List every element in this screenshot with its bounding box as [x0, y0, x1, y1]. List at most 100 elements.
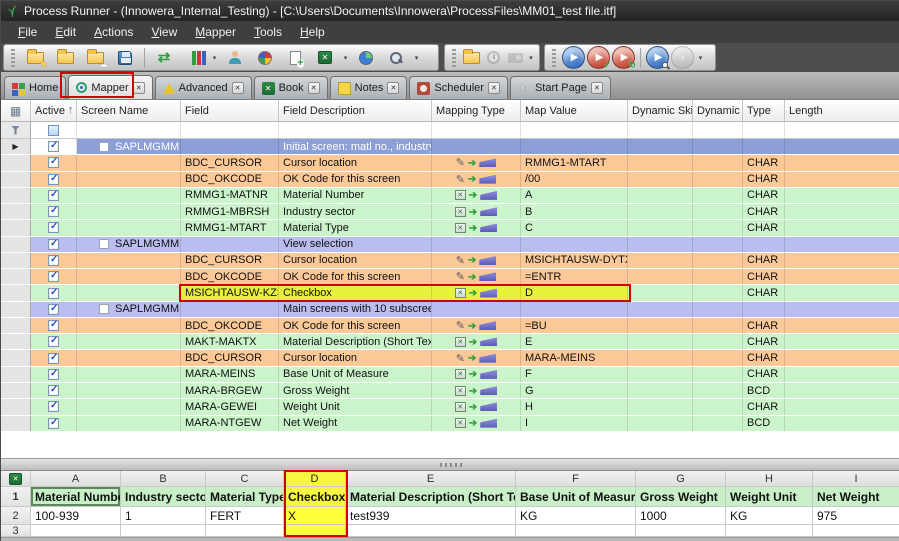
active-cell[interactable]: [31, 253, 77, 268]
filter-cell[interactable]: [628, 122, 693, 138]
dynamic-cell[interactable]: [693, 416, 743, 431]
col-header-field-description[interactable]: Field Description: [279, 100, 432, 121]
field-description-cell[interactable]: Net Weight: [279, 416, 432, 431]
length-cell[interactable]: [785, 172, 899, 187]
map-value-cell[interactable]: MSICHTAUSW-DYTXT(01): [521, 253, 628, 268]
menu-actions[interactable]: Actions: [85, 23, 142, 41]
row-indicator[interactable]: [1, 416, 31, 431]
type-cell[interactable]: CHAR: [743, 334, 785, 349]
close-icon[interactable]: [488, 82, 500, 94]
transfer-button[interactable]: [150, 46, 178, 70]
field-description-cell[interactable]: OK Code for this screen: [279, 269, 432, 284]
menu-view[interactable]: View: [142, 23, 186, 41]
type-cell[interactable]: CHAR: [743, 188, 785, 203]
length-cell[interactable]: [785, 285, 899, 300]
type-cell[interactable]: CHAR: [743, 253, 785, 268]
dynamic-skip-cell[interactable]: [628, 139, 693, 154]
checkbox-checked-icon[interactable]: [48, 418, 59, 429]
screen-name-cell[interactable]: [77, 399, 181, 414]
type-cell[interactable]: CHAR: [743, 367, 785, 382]
dynamic-skip-cell[interactable]: [628, 253, 693, 268]
mapping-type-cell[interactable]: [432, 416, 521, 431]
col-letter-b[interactable]: B: [121, 471, 206, 487]
map-value-cell[interactable]: G: [521, 383, 628, 398]
screen-name-cell[interactable]: [77, 367, 181, 382]
run-validate-button[interactable]: [587, 46, 610, 69]
row-number[interactable]: 3: [1, 525, 31, 537]
field-description-cell[interactable]: Material Type: [279, 220, 432, 235]
row-indicator[interactable]: [1, 220, 31, 235]
dynamic-cell[interactable]: [693, 269, 743, 284]
length-cell[interactable]: [785, 155, 899, 170]
length-cell[interactable]: [785, 350, 899, 365]
field-description-cell[interactable]: Weight Unit: [279, 399, 432, 414]
active-cell[interactable]: [31, 237, 77, 252]
checkbox-checked-icon[interactable]: [48, 255, 59, 266]
open-process-button[interactable]: [51, 46, 79, 70]
active-cell[interactable]: [31, 302, 77, 317]
type-cell[interactable]: CHAR: [743, 269, 785, 284]
active-cell[interactable]: [31, 367, 77, 382]
group-checkbox-icon[interactable]: [99, 142, 109, 152]
dynamic-skip-cell[interactable]: [628, 188, 693, 203]
active-cell[interactable]: [31, 285, 77, 300]
sheet-cell-f2[interactable]: KG: [516, 507, 636, 525]
type-cell[interactable]: [743, 237, 785, 252]
sheet-cell-a1[interactable]: Material Number: [31, 487, 121, 507]
mapping-type-cell[interactable]: [432, 172, 521, 187]
mapping-type-cell[interactable]: [432, 188, 521, 203]
col-header-type[interactable]: Type: [743, 100, 785, 121]
dynamic-cell[interactable]: [693, 334, 743, 349]
map-value-cell[interactable]: MARA-MEINS: [521, 350, 628, 365]
type-cell[interactable]: BCD: [743, 383, 785, 398]
field-cell[interactable]: RMMG1-MATNR: [181, 188, 279, 203]
field-cell[interactable]: MARA-MEINS: [181, 367, 279, 382]
field-cell[interactable]: MAKT-MAKTX: [181, 334, 279, 349]
filter-cell[interactable]: [743, 122, 785, 138]
checkbox-checked-icon[interactable]: [48, 222, 59, 233]
type-cell[interactable]: CHAR: [743, 318, 785, 333]
filter-cell[interactable]: [521, 122, 628, 138]
sheet-cell-c3[interactable]: [206, 525, 284, 537]
table-row[interactable]: BDC_CURSOR Cursor location MARA-MEINS CH…: [1, 350, 899, 366]
sheet-cell-g3[interactable]: [636, 525, 726, 537]
map-value-cell[interactable]: I: [521, 416, 628, 431]
table-row[interactable]: BDC_OKCODE OK Code for this screen /00 C…: [1, 172, 899, 188]
type-cell[interactable]: [743, 302, 785, 317]
field-description-cell[interactable]: Base Unit of Measure: [279, 367, 432, 382]
active-cell[interactable]: [31, 318, 77, 333]
map-value-cell[interactable]: =BU: [521, 318, 628, 333]
table-row-highlighted[interactable]: MSICHTAUSW-KZSE... Checkbox D CHAR: [1, 285, 899, 301]
map-value-cell[interactable]: RMMG1-MTART: [521, 155, 628, 170]
map-value-cell[interactable]: H: [521, 399, 628, 414]
map-value-cell[interactable]: [521, 302, 628, 317]
run-loop-button[interactable]: [612, 46, 635, 69]
field-description-cell[interactable]: Main screens with 10 subscreens...: [279, 302, 432, 317]
field-description-cell[interactable]: OK Code for this screen: [279, 172, 432, 187]
user-button[interactable]: [221, 46, 249, 70]
history-button[interactable]: [484, 46, 504, 70]
filter-cell[interactable]: [181, 122, 279, 138]
table-row[interactable]: RMMG1-MATNR Material Number A CHAR: [1, 188, 899, 204]
sheet-cell-f1[interactable]: Base Unit of Measure: [516, 487, 636, 507]
screen-name-cell[interactable]: [77, 285, 181, 300]
close-icon[interactable]: [591, 82, 603, 94]
col-letter-h[interactable]: H: [726, 471, 813, 487]
type-cell[interactable]: [743, 139, 785, 154]
dynamic-skip-cell[interactable]: [628, 172, 693, 187]
table-row-group-4004[interactable]: SAPLMGMM - 4004 Main screens with 10 sub…: [1, 302, 899, 318]
type-cell[interactable]: CHAR: [743, 204, 785, 219]
field-cell[interactable]: BDC_OKCODE: [181, 172, 279, 187]
table-row[interactable]: MARA-MEINS Base Unit of Measure F CHAR: [1, 367, 899, 383]
screen-name-cell[interactable]: [77, 334, 181, 349]
col-header-field[interactable]: Field: [181, 100, 279, 121]
sheet-cell-a2[interactable]: 100-939: [31, 507, 121, 525]
dynamic-cell[interactable]: [693, 139, 743, 154]
table-row[interactable]: RMMG1-MTART Material Type C CHAR: [1, 220, 899, 236]
mapping-type-cell[interactable]: [432, 204, 521, 219]
active-cell[interactable]: [31, 155, 77, 170]
dynamic-skip-cell[interactable]: [628, 350, 693, 365]
dynamic-skip-cell[interactable]: [628, 204, 693, 219]
row-indicator[interactable]: [1, 334, 31, 349]
close-icon[interactable]: [232, 82, 244, 94]
